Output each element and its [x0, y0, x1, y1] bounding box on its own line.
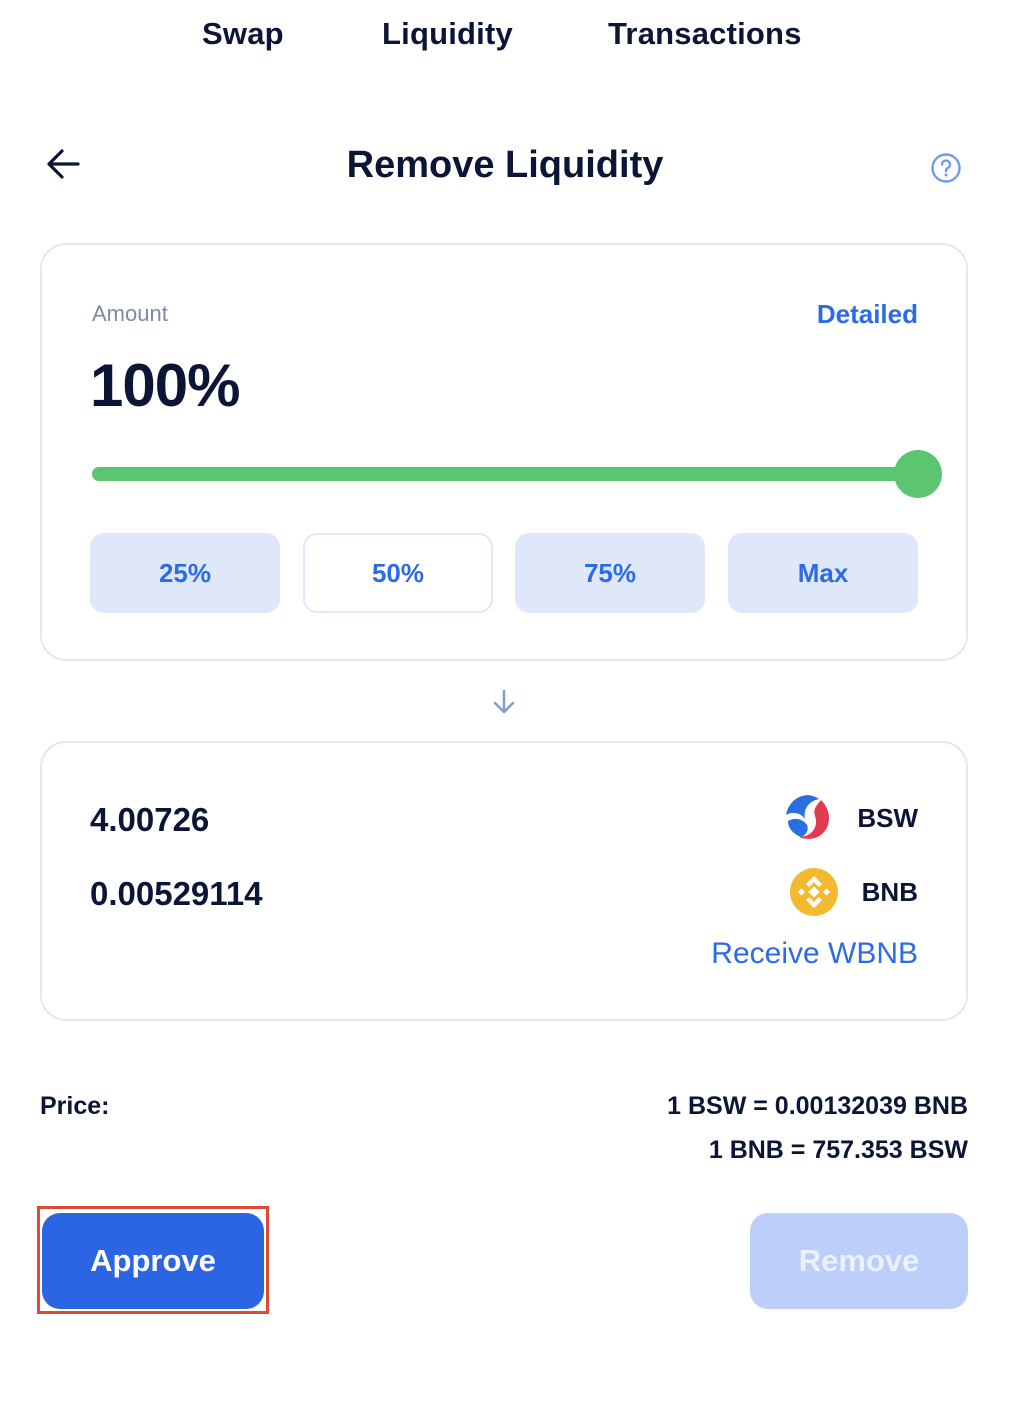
amount-percent-value: 100%: [90, 352, 240, 419]
output-card: 4.00726 0.00529114 BSW BNB Receive WBNB: [40, 741, 968, 1021]
receive-wbnb-link[interactable]: Receive WBNB: [711, 937, 918, 971]
back-button[interactable]: [44, 144, 84, 184]
tab-transactions[interactable]: Transactions: [608, 16, 802, 52]
help-button[interactable]: [930, 152, 962, 184]
tab-swap[interactable]: Swap: [202, 16, 284, 52]
remove-liquidity-page: Swap Liquidity Transactions Remove Liqui…: [0, 0, 1010, 1420]
preset-50-button[interactable]: 50%: [303, 533, 493, 613]
page-title: Remove Liquidity: [346, 144, 664, 186]
bnb-token-icon: [790, 868, 838, 916]
arrow-down-icon: [493, 689, 515, 714]
amount-slider[interactable]: [92, 450, 942, 498]
arrow-left-icon: [47, 149, 80, 179]
amount-card: Amount Detailed 100% 25% 50% 75% Max: [40, 243, 968, 661]
price-bsw-bnb: 1 BSW = 0.00132039 BNB: [667, 1092, 968, 1120]
price-bnb-bsw: 1 BNB = 757.353 BSW: [708, 1136, 968, 1164]
approve-button[interactable]: Approve: [42, 1213, 264, 1309]
price-label: Price:: [40, 1092, 110, 1120]
bsw-symbol: BSW: [857, 803, 918, 833]
slider-fill: [92, 467, 918, 481]
question-circle-icon: [931, 153, 961, 183]
bnb-symbol: BNB: [861, 877, 918, 907]
top-nav: Swap Liquidity Transactions: [0, 0, 1010, 80]
preset-75-button[interactable]: 75%: [515, 533, 705, 613]
bsw-amount: 4.00726: [90, 801, 210, 838]
remove-button[interactable]: Remove: [750, 1213, 968, 1309]
tab-liquidity[interactable]: Liquidity: [382, 16, 513, 52]
slider-thumb[interactable]: [894, 450, 942, 498]
detailed-link[interactable]: Detailed: [817, 299, 918, 330]
preset-25-button[interactable]: 25%: [90, 533, 280, 613]
preset-max-button[interactable]: Max: [728, 533, 918, 613]
bsw-token-icon: [784, 794, 832, 842]
bnb-amount: 0.00529114: [90, 875, 263, 912]
amount-label: Amount: [92, 301, 168, 326]
